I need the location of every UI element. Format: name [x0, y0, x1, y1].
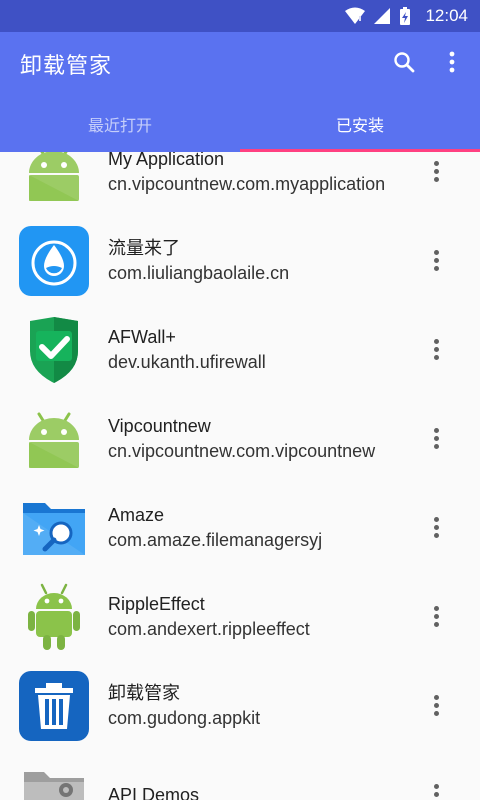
- app-title: 卸载管家: [20, 54, 113, 79]
- app-package: cn.vipcountnew.com.myapplication: [108, 173, 386, 194]
- more-vert-icon: [433, 517, 439, 538]
- app-name: 流量来了: [108, 237, 180, 258]
- search-icon: [392, 50, 416, 78]
- app-name: Vipcountnew: [108, 415, 211, 436]
- app-package: com.amaze.filemanagersyj: [108, 529, 323, 550]
- more-vert-icon: [433, 606, 439, 627]
- item-more-button[interactable]: [416, 419, 456, 459]
- tab-installed[interactable]: 已安装: [240, 96, 480, 152]
- tab-recently-opened[interactable]: 最近打开: [0, 96, 240, 152]
- more-vert-icon: [433, 695, 439, 716]
- water-drop-icon: [19, 225, 89, 296]
- app-name: My Application: [108, 152, 225, 169]
- overflow-menu-icon: [449, 51, 455, 77]
- status-time: 12:04: [425, 6, 468, 25]
- list-item[interactable]: 卸载管家 com.gudong.appkit: [0, 661, 480, 750]
- app-package: com.andexert.rippleeffect: [108, 618, 310, 639]
- list-item[interactable]: Vipcountnew cn.vipcountnew.com.vipcountn…: [0, 394, 480, 483]
- status-bar: 12:04: [0, 0, 480, 32]
- more-vert-icon: [433, 161, 439, 182]
- app-package: cn.vipcountnew.com.vipcountnew: [108, 440, 376, 461]
- item-more-button[interactable]: [416, 152, 456, 192]
- more-vert-icon: [433, 428, 439, 449]
- app-name: 卸载管家: [108, 682, 180, 703]
- android-robot-icon: [19, 152, 89, 207]
- app-name: AFWall+: [108, 326, 176, 347]
- app-name: Amaze: [108, 504, 165, 525]
- android-3d-robot-icon: [19, 582, 89, 652]
- item-more-button[interactable]: [416, 775, 456, 800]
- app-package: com.liuliangbaolaile.cn: [108, 262, 290, 283]
- app-bar: 卸载管家: [0, 32, 480, 96]
- signal-icon: [373, 7, 391, 25]
- app-name: RippleEffect: [108, 593, 205, 614]
- shield-check-icon: [19, 315, 89, 385]
- android-robot-icon: [19, 404, 89, 474]
- list-item[interactable]: API Demos: [0, 750, 480, 800]
- installed-app-list[interactable]: My Application cn.vipcountnew.com.myappl…: [0, 152, 480, 800]
- app-package: dev.ukanth.ufirewall: [108, 351, 266, 372]
- more-vert-icon: [433, 250, 439, 271]
- list-item[interactable]: AFWall+ dev.ukanth.ufirewall: [0, 305, 480, 394]
- list-item[interactable]: RippleEffect com.andexert.rippleeffect: [0, 572, 480, 661]
- list-item[interactable]: My Application cn.vipcountnew.com.myappl…: [0, 152, 480, 216]
- list-item[interactable]: 流量来了 com.liuliangbaolaile.cn: [0, 216, 480, 305]
- list-item[interactable]: Amaze com.amaze.filemanagersyj: [0, 483, 480, 572]
- item-more-button[interactable]: [416, 597, 456, 637]
- more-vert-icon: [433, 784, 439, 800]
- wifi-icon: [345, 7, 366, 25]
- folder-search-icon: [19, 493, 89, 563]
- app-name: API Demos: [108, 784, 200, 800]
- app-package: com.gudong.appkit: [108, 707, 261, 728]
- item-more-button[interactable]: [416, 686, 456, 726]
- tab-bar: 最近打开 已安装: [0, 96, 480, 152]
- item-more-button[interactable]: [416, 241, 456, 281]
- item-more-button[interactable]: [416, 330, 456, 370]
- trash-can-icon: [19, 670, 89, 741]
- item-more-button[interactable]: [416, 508, 456, 548]
- more-vert-icon: [433, 339, 439, 360]
- battery-charging-icon: [399, 6, 411, 26]
- overflow-menu-button[interactable]: [428, 40, 476, 88]
- gear-folder-icon: [19, 760, 89, 800]
- search-button[interactable]: [380, 40, 428, 88]
